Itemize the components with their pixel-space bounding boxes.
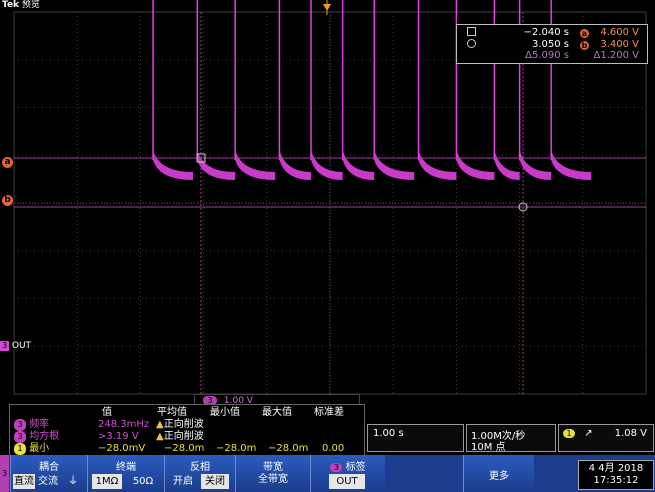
marker-b-tag[interactable]: b: [2, 195, 13, 206]
cursor-b-marker: b: [580, 41, 589, 50]
invert-off-option[interactable]: 关闭: [201, 474, 229, 489]
termination-50ohm-option[interactable]: 50Ω: [128, 474, 158, 489]
trace-decay: [494, 150, 520, 181]
trace-decay: [519, 150, 552, 181]
trace-decay: [311, 150, 343, 181]
meas-row-frequency: 3 频率: [14, 419, 49, 431]
invert-title: 反相: [190, 462, 210, 473]
termination-title: 终端: [116, 462, 136, 473]
header-std: 标准差: [314, 407, 344, 418]
trigger-panel[interactable]: 1 ↗ 1.08 V: [558, 424, 654, 452]
meas-channel: 3: [14, 419, 26, 431]
coupling-button[interactable]: 耦合 直流 交流 ⏚: [10, 455, 87, 492]
trace-decay: [153, 150, 194, 181]
trace-decay: [197, 150, 236, 181]
cursor-a-time: −2.040 s: [523, 27, 569, 38]
bandwidth-button[interactable]: 带宽 全带宽: [235, 455, 310, 492]
label-button[interactable]: 3 标签 OUT: [310, 455, 385, 492]
more-title: 更多: [489, 471, 509, 482]
trace-decay: [456, 150, 495, 181]
invert-on-option[interactable]: 开启: [169, 474, 197, 489]
meas-channel: 1: [14, 443, 26, 455]
trace-decay: [551, 150, 592, 181]
meas-value: −28.0mV: [98, 443, 146, 454]
label-title: 标签: [345, 462, 366, 473]
trigger-level: 1.08 V: [614, 428, 647, 439]
trigger-channel: 1: [563, 429, 575, 438]
label-value: OUT: [329, 474, 365, 489]
trace-decay: [342, 150, 375, 181]
time: 17:35:12: [593, 475, 639, 486]
meas-std: 0.00: [322, 443, 345, 454]
acquisition-mode: 预览: [21, 0, 40, 10]
time-per-div: 1.00 s: [373, 428, 404, 439]
meas-row-min: 1 最小: [14, 443, 49, 455]
horizontal-scale-panel[interactable]: 1.00 s: [367, 424, 464, 452]
label-title-row: 3 标签: [311, 458, 385, 473]
delta-time: Δ5.090 s: [525, 50, 569, 61]
brand-logo: Tek: [2, 0, 20, 10]
cursor-b-circle-icon: [467, 39, 476, 48]
header-mean: 平均值: [157, 407, 187, 418]
meas-name: 最小: [29, 443, 50, 454]
meas-row-rms: 3 均方根: [14, 431, 59, 443]
trace-decay: [235, 150, 276, 181]
header-bar: Tek 预览: [0, 0, 42, 10]
bandwidth-value: 全带宽: [258, 474, 288, 485]
coupling-dc-option[interactable]: 直流: [13, 474, 35, 489]
termination-button[interactable]: 终端 1MΩ 50Ω: [87, 455, 164, 492]
trace-decay: [279, 150, 312, 181]
date: 4 4月 2018: [588, 463, 644, 474]
trace-decay: [418, 150, 457, 181]
cursor-a-marker: a: [580, 29, 589, 38]
meas-mean: −28.0m: [164, 443, 205, 454]
meas-note: ▲正向削波: [156, 419, 204, 430]
cursor-readout-panel: −2.040 s a 4.600 V 3.050 s b 3.400 V Δ5.…: [456, 24, 648, 64]
invert-button[interactable]: 反相 开启 关闭: [164, 455, 235, 492]
more-button[interactable]: 更多: [463, 455, 534, 492]
channel-label: OUT: [11, 341, 32, 351]
coupling-title: 耦合: [39, 462, 59, 473]
termination-1mohm-option[interactable]: 1MΩ: [92, 474, 122, 489]
marker-a-tag[interactable]: a: [2, 157, 13, 168]
cursor-a-square-icon: [467, 27, 476, 36]
header-max: 最大值: [262, 407, 292, 418]
meas-channel: 3: [14, 431, 26, 443]
warning-icon: ▲: [156, 419, 164, 430]
date-time-display: 4 4月 2018 17:35:12: [578, 460, 654, 490]
channel-number: 3: [0, 341, 9, 351]
meas-value: 248.3mHz: [98, 419, 150, 430]
channel-3-ground-marker[interactable]: 3 OUT: [0, 341, 31, 351]
oscilloscope-screen: Tek 预览 −2.040 s a 4.600 V 3.050 s b 3.40…: [0, 0, 655, 492]
meas-name: 均方根: [29, 431, 60, 442]
delta-value: Δ1.200 V: [593, 50, 640, 61]
meas-name: 频率: [29, 419, 50, 430]
header-value: 值: [102, 407, 112, 418]
warning-icon: ▲: [156, 431, 164, 442]
coupling-ac-option[interactable]: 交流: [37, 474, 59, 489]
meas-value: >3.19 V: [98, 431, 139, 442]
acquisition-panel[interactable]: 1.00M次/秒 10M 点: [466, 424, 556, 453]
trigger-source: 1 ↗: [563, 428, 593, 439]
record-length: 10M 点: [471, 442, 506, 453]
measurement-panel: 值 平均值 最小值 最大值 标准差 3 频率 248.3mHz ▲正向削波 3 …: [9, 404, 365, 456]
header-min: 最小值: [210, 407, 240, 418]
ground-icon[interactable]: ⏚: [63, 474, 83, 489]
softkey-channel-tab: 3: [0, 455, 9, 492]
rising-edge-icon: ↗: [584, 428, 593, 439]
softkey-bar: 3 耦合 直流 交流 ⏚ 终端 1MΩ 50Ω 反相 开启 关闭 带宽 全带宽 …: [0, 455, 655, 492]
label-channel: 3: [330, 463, 343, 472]
meas-max: −28.0m: [268, 443, 309, 454]
meas-min: −28.0m: [216, 443, 257, 454]
cursor-a-value: 4.600 V: [600, 27, 639, 38]
meas-note: ▲正向削波: [156, 431, 204, 442]
bandwidth-title: 带宽: [263, 462, 283, 473]
trace-decay: [374, 150, 415, 181]
